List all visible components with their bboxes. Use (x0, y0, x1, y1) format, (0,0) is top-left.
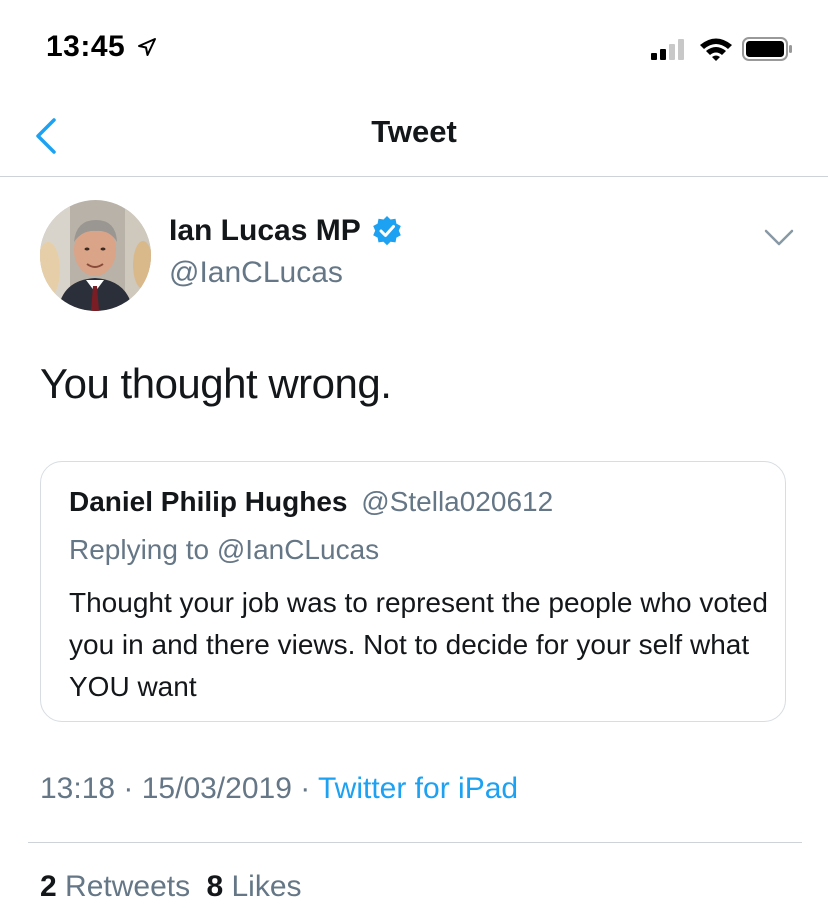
author-handle[interactable]: @IanCLucas (169, 256, 343, 290)
retweets-count-link[interactable]: 2 Retweets (40, 870, 198, 903)
retweets-count: 2 (40, 870, 57, 903)
likes-count: 8 (206, 870, 224, 903)
likes-label: Likes (231, 870, 302, 903)
divider (28, 842, 802, 843)
battery-icon (742, 37, 792, 61)
location-arrow-icon (138, 38, 156, 56)
tweet-timestamp: 13:18 · 15/03/2019 · (40, 772, 318, 805)
tweet-text: You thought wrong. (40, 360, 392, 407)
verified-badge-icon (372, 216, 401, 246)
likes-count-link[interactable]: 8 Likes (206, 870, 301, 903)
author-name-row[interactable]: Ian Lucas MP (169, 214, 403, 248)
status-bar: 13:45 (0, 0, 828, 96)
quoted-tweet-card[interactable]: Daniel Philip Hughes @Stella020612 Reply… (40, 461, 786, 722)
wifi-icon (700, 38, 732, 61)
nav-bar: Tweet (0, 96, 828, 177)
tweet-options-chevron-down-icon[interactable] (762, 222, 796, 252)
author-name[interactable]: Ian Lucas MP (169, 214, 361, 248)
quoted-tweet-header: Daniel Philip Hughes @Stella020612 (69, 486, 553, 518)
page-title: Tweet (371, 114, 457, 149)
status-time: 13:45 (46, 30, 126, 63)
retweets-label: Retweets (65, 870, 191, 903)
tweet-meta: 13:18 · 15/03/2019 · Twitter for iPad (40, 772, 518, 806)
quoted-author-handle: @Stella020612 (361, 486, 554, 517)
avatar[interactable] (40, 200, 151, 311)
quoted-tweet-text: Thought your job was to represent the pe… (69, 587, 768, 702)
quoted-author-name: Daniel Philip Hughes (69, 486, 348, 517)
cellular-signal-icon (651, 39, 684, 60)
tweet-stats: 2 Retweets 8 Likes (40, 870, 302, 904)
quoted-replying-to: Replying to @IanCLucas (69, 534, 380, 565)
tweet-source-link[interactable]: Twitter for iPad (318, 772, 518, 805)
